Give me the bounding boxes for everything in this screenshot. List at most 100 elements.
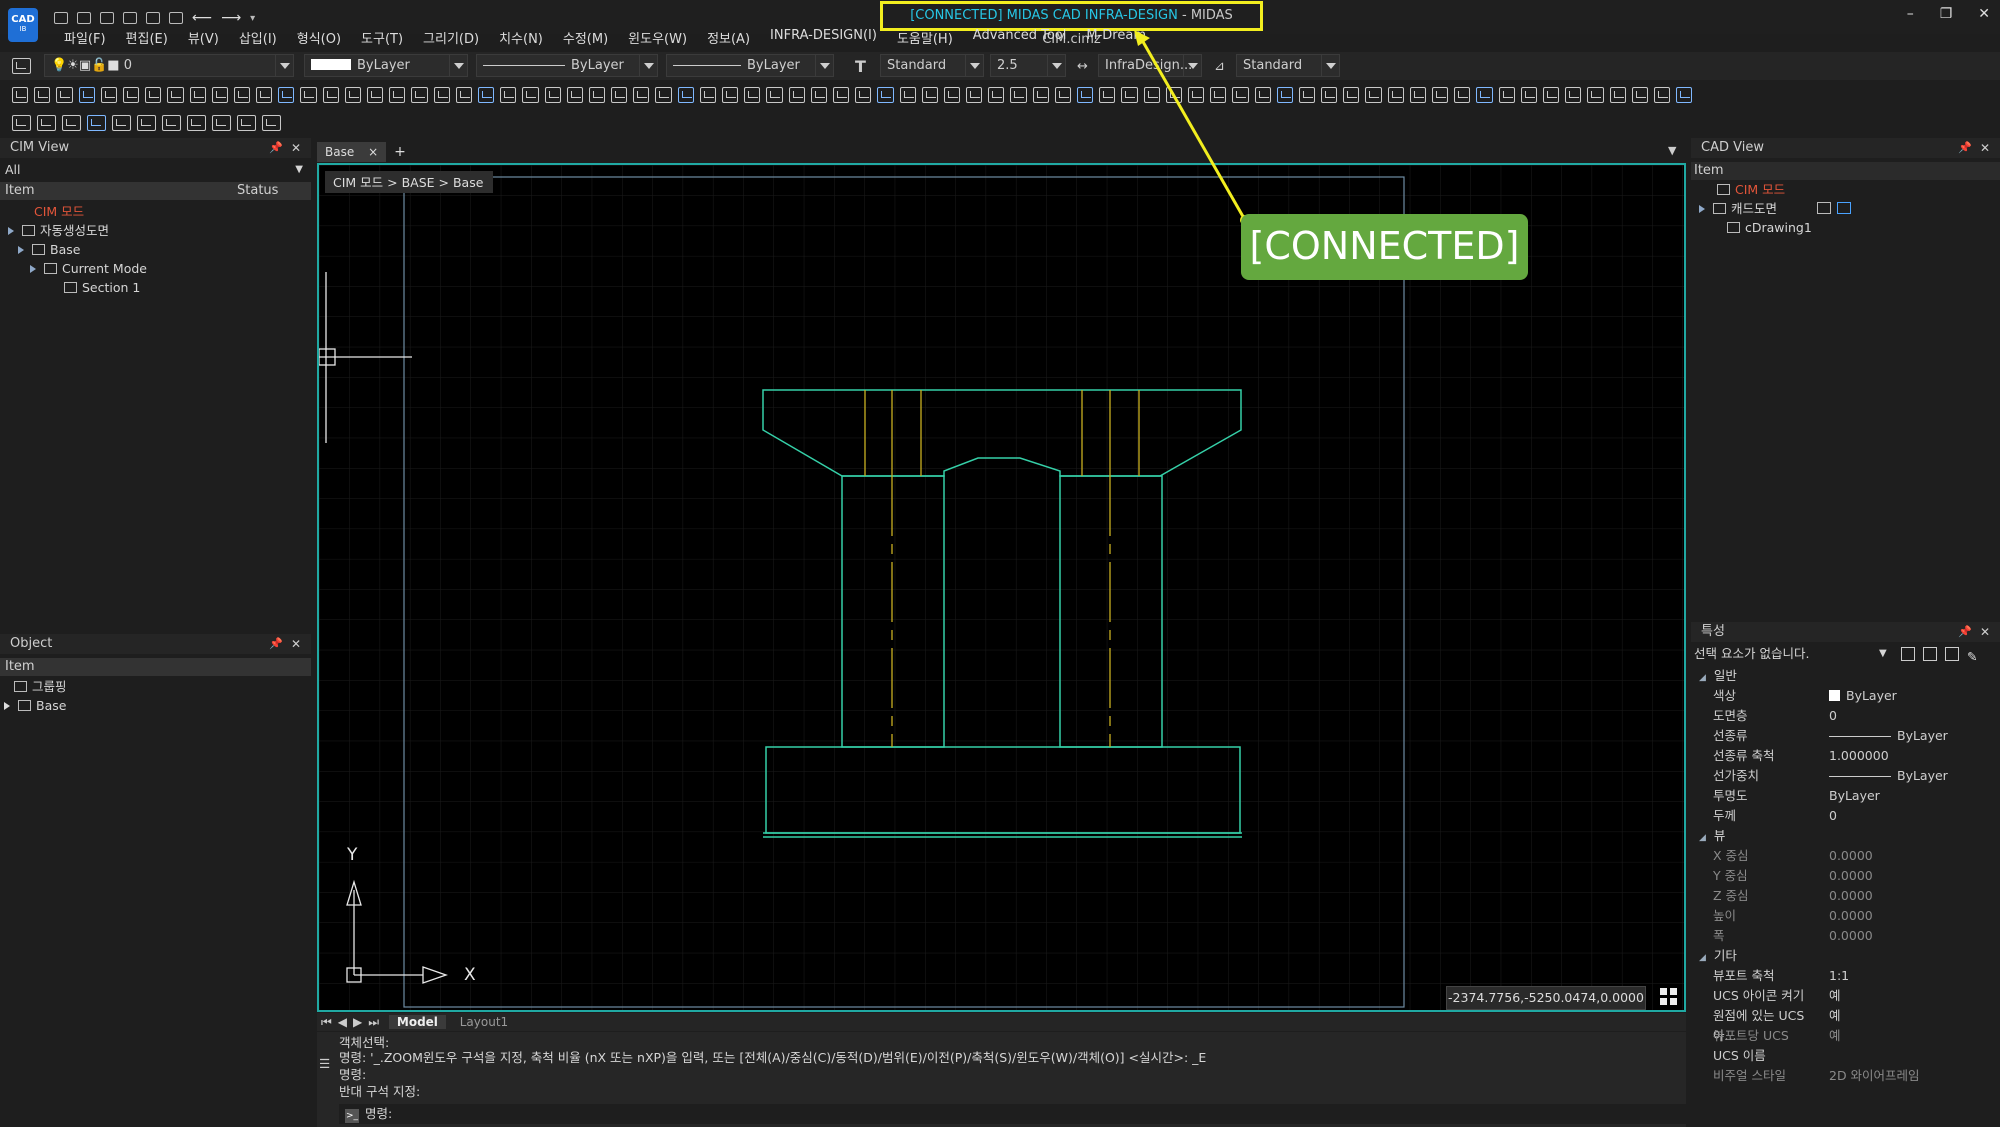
chevron-down-icon[interactable] bbox=[449, 55, 467, 76]
toolbar-tool-icon[interactable] bbox=[411, 87, 428, 103]
menu-tools[interactable]: 도구(T) bbox=[361, 28, 403, 50]
property-row[interactable]: 폭 0.0000 bbox=[1691, 926, 2000, 946]
tree-item-section-1[interactable]: Section 1 bbox=[0, 278, 311, 297]
property-row[interactable]: UCS 아이콘 켜기 예 bbox=[1691, 986, 2000, 1006]
toolbar-tool-icon[interactable] bbox=[78, 87, 95, 103]
snap-tool-icon[interactable] bbox=[37, 115, 56, 131]
open-folder-icon[interactable] bbox=[77, 12, 91, 24]
toolbar-tool-icon[interactable] bbox=[1609, 87, 1626, 103]
toolbar-tool-icon[interactable] bbox=[877, 87, 894, 103]
menu-format[interactable]: 형식(O) bbox=[297, 28, 341, 50]
toolbar-tool-icon[interactable] bbox=[322, 87, 339, 103]
properties-section[interactable]: ◢ 일반 bbox=[1691, 666, 2000, 686]
select-objects-icon[interactable] bbox=[1923, 647, 1937, 661]
toolbar-tool-icon[interactable] bbox=[233, 87, 251, 103]
snap-tool-icon[interactable] bbox=[262, 115, 281, 131]
snap-tool-icon[interactable] bbox=[87, 115, 106, 131]
menu-dimension[interactable]: 치수(N) bbox=[499, 28, 543, 50]
tree-item-current-mode[interactable]: Current Mode bbox=[0, 259, 311, 278]
property-row[interactable]: 뷰포트당 UCS 예 bbox=[1691, 1026, 2000, 1046]
tab-close-icon[interactable]: × bbox=[368, 145, 378, 159]
toolbar-tool-icon[interactable] bbox=[1321, 87, 1338, 103]
app-logo[interactable]: CAD IB bbox=[8, 8, 38, 42]
col-item[interactable]: Item bbox=[1691, 162, 1724, 180]
toolbar-tool-icon[interactable] bbox=[1587, 87, 1604, 103]
toolbar-tool-icon[interactable] bbox=[766, 87, 783, 103]
toolbar-tool-icon[interactable] bbox=[810, 87, 827, 103]
col-item[interactable]: Item bbox=[0, 182, 237, 200]
color-select[interactable]: ByLayer bbox=[304, 54, 468, 77]
tree-item-base[interactable]: Base bbox=[0, 240, 311, 259]
redo-icon[interactable]: ⟶ bbox=[221, 10, 241, 26]
tree-item-auto-drawing[interactable]: 자동생성도면 bbox=[0, 221, 311, 240]
customize-dropdown-icon[interactable]: ▾ bbox=[250, 13, 255, 24]
toolbar-tool-icon[interactable] bbox=[899, 87, 916, 103]
menu-modify[interactable]: 수정(M) bbox=[563, 28, 608, 50]
add-tab-button[interactable]: + bbox=[394, 144, 406, 160]
toolbar-tool-icon[interactable] bbox=[300, 87, 317, 103]
collapse-icon[interactable]: ◢ bbox=[1699, 673, 1706, 683]
toolbar-tool-icon[interactable] bbox=[655, 87, 672, 103]
chevron-down-icon[interactable] bbox=[639, 55, 657, 76]
match-properties-icon[interactable]: ✎ bbox=[1967, 645, 1977, 669]
pin-icon[interactable]: 📌 bbox=[269, 634, 283, 654]
toolbar-tool-icon[interactable] bbox=[433, 87, 450, 103]
tree-item-cad-cim-mode[interactable]: CIM 모드 bbox=[1691, 180, 2000, 199]
snap-tool-icon[interactable] bbox=[62, 115, 81, 131]
chevron-down-icon[interactable] bbox=[815, 55, 833, 76]
toolbar-tool-icon[interactable] bbox=[1565, 87, 1582, 103]
chevron-down-icon[interactable] bbox=[965, 55, 983, 76]
toolbar-tool-icon[interactable] bbox=[455, 87, 472, 103]
pin-icon[interactable]: 📌 bbox=[269, 138, 283, 158]
expand-icon[interactable] bbox=[18, 246, 28, 254]
properties-section[interactable]: ◢ 기타 bbox=[1691, 946, 2000, 966]
property-row[interactable]: 투명도 ByLayer bbox=[1691, 786, 2000, 806]
toolbar-tool-icon[interactable] bbox=[500, 87, 517, 103]
property-row[interactable]: 높이 0.0000 bbox=[1691, 906, 2000, 926]
toolbar-tool-icon[interactable] bbox=[832, 87, 850, 103]
toolbar-tool-icon[interactable] bbox=[477, 87, 495, 103]
menu-view[interactable]: 뷰(V) bbox=[188, 28, 219, 50]
layout-nav-icons[interactable]: ⏮◀▶⏭ bbox=[321, 1015, 385, 1029]
pin-icon[interactable]: 📌 bbox=[1958, 138, 1972, 158]
toolbar-tool-icon[interactable] bbox=[189, 87, 206, 103]
minimize-button[interactable]: – bbox=[1907, 6, 1914, 22]
property-row[interactable]: 선가중치 ByLayer bbox=[1691, 766, 2000, 786]
chevron-down-icon[interactable] bbox=[275, 55, 293, 76]
toolbar-tool-icon[interactable] bbox=[1476, 87, 1493, 103]
tab-model[interactable]: Model bbox=[388, 1015, 446, 1029]
menu-file[interactable]: 파일(F) bbox=[64, 28, 106, 50]
dim-style-icon[interactable]: ↔ bbox=[1077, 59, 1088, 74]
tree-item-grouping[interactable]: 그룹핑 bbox=[0, 677, 311, 696]
menu-window[interactable]: 윈도우(W) bbox=[628, 28, 687, 50]
expand-icon[interactable] bbox=[1699, 205, 1709, 213]
toolbar-tool-icon[interactable] bbox=[278, 87, 295, 103]
toolbar-tool-icon[interactable] bbox=[1409, 87, 1426, 103]
toolbar-tool-icon[interactable] bbox=[566, 87, 583, 103]
snap-tool-icon[interactable] bbox=[187, 115, 206, 131]
layer-manager-icon[interactable] bbox=[12, 58, 31, 74]
menu-draw[interactable]: 그리기(D) bbox=[423, 28, 479, 50]
toolbar-tool-icon[interactable] bbox=[966, 87, 983, 103]
toolbar-tool-icon[interactable] bbox=[1010, 87, 1027, 103]
snap-tool-icon[interactable] bbox=[112, 115, 131, 131]
toolbar-tool-icon[interactable] bbox=[145, 87, 162, 103]
property-row[interactable]: Y 중심 0.0000 bbox=[1691, 866, 2000, 886]
toolbar-tool-icon[interactable] bbox=[1653, 87, 1671, 103]
menu-advanced-tool[interactable]: Advanced Tool bbox=[973, 28, 1067, 50]
toolbar-tool-icon[interactable] bbox=[788, 87, 805, 103]
toolbar-tool-icon[interactable] bbox=[34, 87, 51, 103]
toolbar-tool-icon[interactable] bbox=[1520, 87, 1537, 103]
toolbar-tool-icon[interactable] bbox=[633, 87, 650, 103]
col-status[interactable]: Status bbox=[237, 182, 278, 200]
toolbar-tool-icon[interactable] bbox=[943, 87, 961, 103]
toolbar-tool-icon[interactable] bbox=[1365, 87, 1382, 103]
command-input[interactable]: >_ 명령: bbox=[339, 1104, 1686, 1124]
toolbar-tool-icon[interactable] bbox=[256, 87, 273, 103]
toolbar-tool-icon[interactable] bbox=[1276, 87, 1293, 103]
property-row[interactable]: 뷰포트 축척 1:1 bbox=[1691, 966, 2000, 986]
toolbar-tool-icon[interactable] bbox=[677, 87, 694, 103]
toolbar-tool-icon[interactable] bbox=[344, 87, 361, 103]
toolbar-tool-icon[interactable] bbox=[122, 87, 140, 103]
menu-help[interactable]: 도움말(H) bbox=[897, 28, 953, 50]
